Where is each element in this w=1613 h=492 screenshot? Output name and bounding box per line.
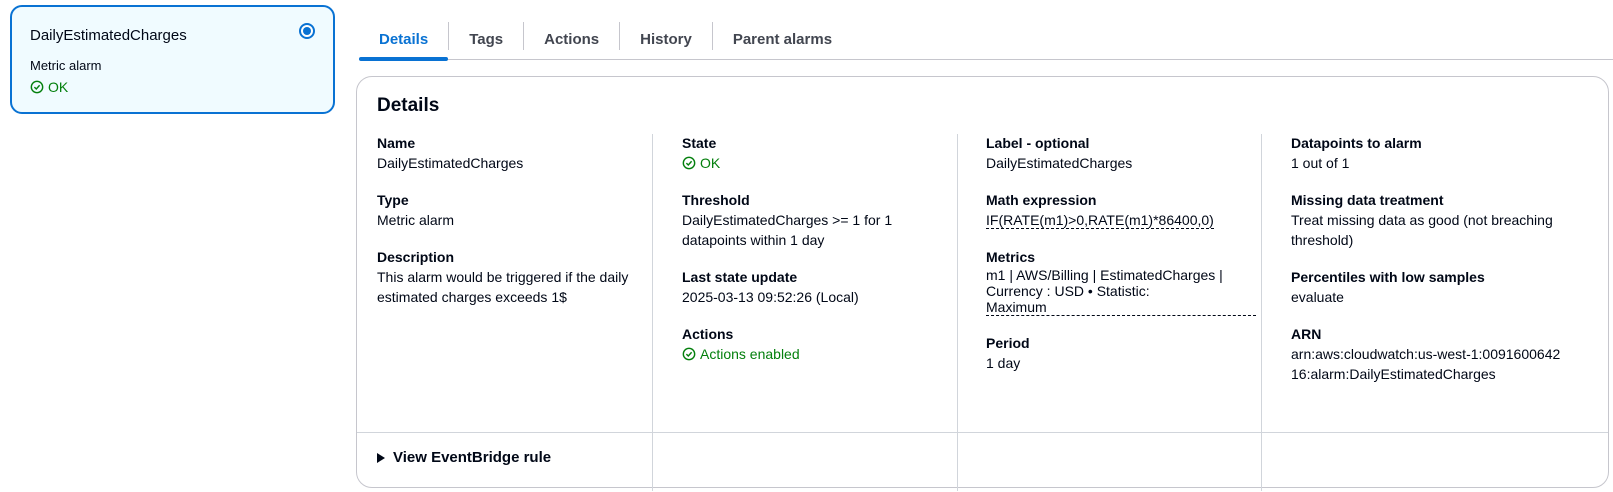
alarm-card-title: DailyEstimatedCharges — [30, 27, 187, 44]
arn-value: arn:aws:cloudwatch:us-west-1:00916006421… — [1291, 346, 1561, 382]
alarm-card[interactable]: DailyEstimatedCharges Metric alarm OK — [10, 5, 335, 114]
metrics-value[interactable]: m1 | AWS/Billing | EstimatedCharges | Cu… — [986, 267, 1256, 316]
label-optional-label: Label - optional — [986, 135, 1090, 151]
name-value: DailyEstimatedCharges — [377, 155, 524, 171]
metrics-line-1: m1 | AWS/Billing | EstimatedCharges | — [986, 267, 1223, 283]
details-panel: Details Name DailyEstimatedCharges Type … — [356, 76, 1609, 491]
missing-data-label: Missing data treatment — [1291, 192, 1444, 208]
view-eventbridge-rule-expander[interactable]: View EventBridge rule — [377, 449, 551, 466]
tab-tags[interactable]: Tags — [449, 20, 523, 59]
math-expression-label: Math expression — [986, 192, 1097, 208]
actions-value: Actions enabled — [682, 344, 947, 364]
check-circle-icon — [682, 347, 696, 361]
details-column-1: Name DailyEstimatedCharges Type Metric a… — [377, 134, 642, 325]
alarm-card-type: Metric alarm — [30, 58, 102, 73]
period-label: Period — [986, 335, 1030, 351]
check-circle-icon — [30, 80, 44, 94]
type-value: Metric alarm — [377, 212, 455, 228]
type-label: Type — [377, 192, 409, 208]
alarm-select-radio[interactable] — [299, 23, 315, 39]
last-state-update-label: Last state update — [682, 269, 798, 285]
panel-footer-divider — [357, 432, 1608, 433]
name-label: Name — [377, 135, 416, 151]
metrics-label: Metrics — [986, 249, 1036, 265]
arn-label: ARN — [1291, 326, 1322, 342]
percentiles-label: Percentiles with low samples — [1291, 269, 1485, 285]
tab-details[interactable]: Details — [359, 20, 449, 61]
actions-label: Actions — [682, 326, 734, 342]
missing-data-value: Treat missing data as good (not breachin… — [1291, 212, 1553, 248]
datapoints-label: Datapoints to alarm — [1291, 135, 1422, 151]
period-value: 1 day — [986, 355, 1021, 371]
tab-parent-alarms[interactable]: Parent alarms — [713, 20, 852, 59]
description-value: This alarm would be triggered if the dai… — [377, 269, 629, 305]
alarm-card-status-text: OK — [48, 79, 69, 95]
tab-actions[interactable]: Actions — [524, 20, 619, 59]
last-state-update-value: 2025-03-13 09:52:26 (Local) — [682, 289, 859, 305]
details-header: Details — [377, 95, 440, 116]
threshold-label: Threshold — [682, 192, 750, 208]
alarm-card-status: OK — [30, 79, 315, 95]
state-value-text: OK — [700, 155, 721, 171]
details-column-2: State OK Threshold DailyEstimatedCharges… — [682, 134, 947, 382]
state-value: OK — [682, 153, 947, 173]
details-column-3: Label - optional DailyEstimatedCharges M… — [986, 134, 1256, 391]
actions-value-text: Actions enabled — [700, 346, 800, 362]
tab-bar: Details Tags Actions History Parent alar… — [359, 20, 1613, 61]
caret-right-icon — [377, 452, 385, 463]
threshold-value: DailyEstimatedCharges >= 1 for 1 datapoi… — [682, 212, 893, 248]
state-label: State — [682, 135, 717, 151]
tab-history[interactable]: History — [620, 20, 712, 59]
metrics-line-2: Currency : USD • Statistic: Maximum — [986, 283, 1256, 316]
datapoints-value: 1 out of 1 — [1291, 155, 1350, 171]
percentiles-value: evaluate — [1291, 289, 1344, 305]
view-eventbridge-rule-label: View EventBridge rule — [393, 449, 552, 466]
description-label: Description — [377, 249, 455, 265]
label-optional-value: DailyEstimatedCharges — [986, 155, 1133, 171]
check-circle-icon — [682, 156, 696, 170]
math-expression-value[interactable]: IF(RATE(m1)>0,RATE(m1)*86400,0) — [986, 212, 1214, 229]
details-column-4: Datapoints to alarm 1 out of 1 Missing d… — [1291, 134, 1566, 402]
